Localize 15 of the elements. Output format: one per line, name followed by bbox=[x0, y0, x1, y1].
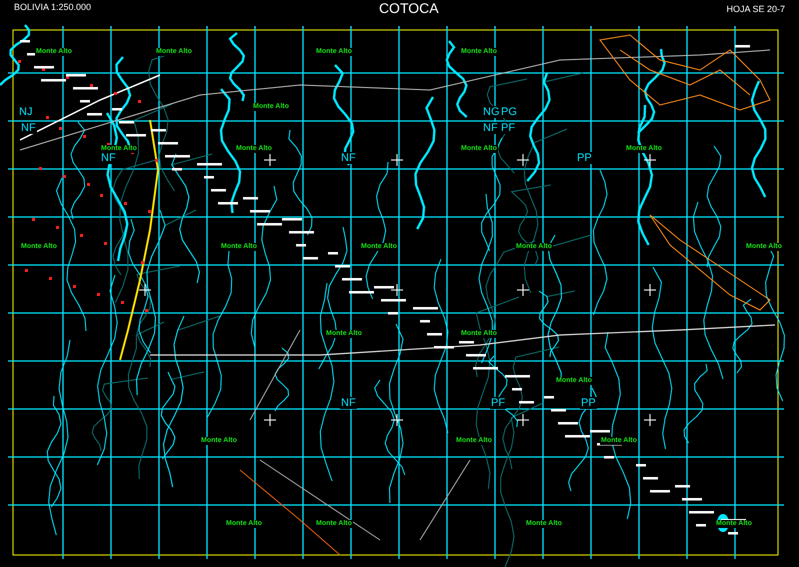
zone-label: NF bbox=[340, 397, 357, 409]
map-scale: BOLIVIA 1:250.000 bbox=[14, 2, 92, 12]
zone-label: NJ bbox=[18, 106, 34, 118]
zone-label: PF bbox=[500, 122, 516, 134]
zone-label: PG bbox=[500, 106, 518, 118]
zone-label: PP bbox=[580, 397, 597, 409]
zone-label: NF bbox=[340, 152, 357, 164]
zone-label: NF bbox=[20, 122, 37, 134]
zone-label: NF bbox=[100, 152, 117, 164]
zone-label: PP bbox=[576, 152, 593, 164]
zone-label: PF bbox=[490, 397, 506, 409]
zone-label: NG bbox=[482, 106, 500, 118]
sheet-number: HOJA SE 20-7 bbox=[726, 4, 785, 14]
map-title: COTOCA bbox=[378, 0, 439, 16]
zone-label: NF bbox=[482, 122, 499, 134]
